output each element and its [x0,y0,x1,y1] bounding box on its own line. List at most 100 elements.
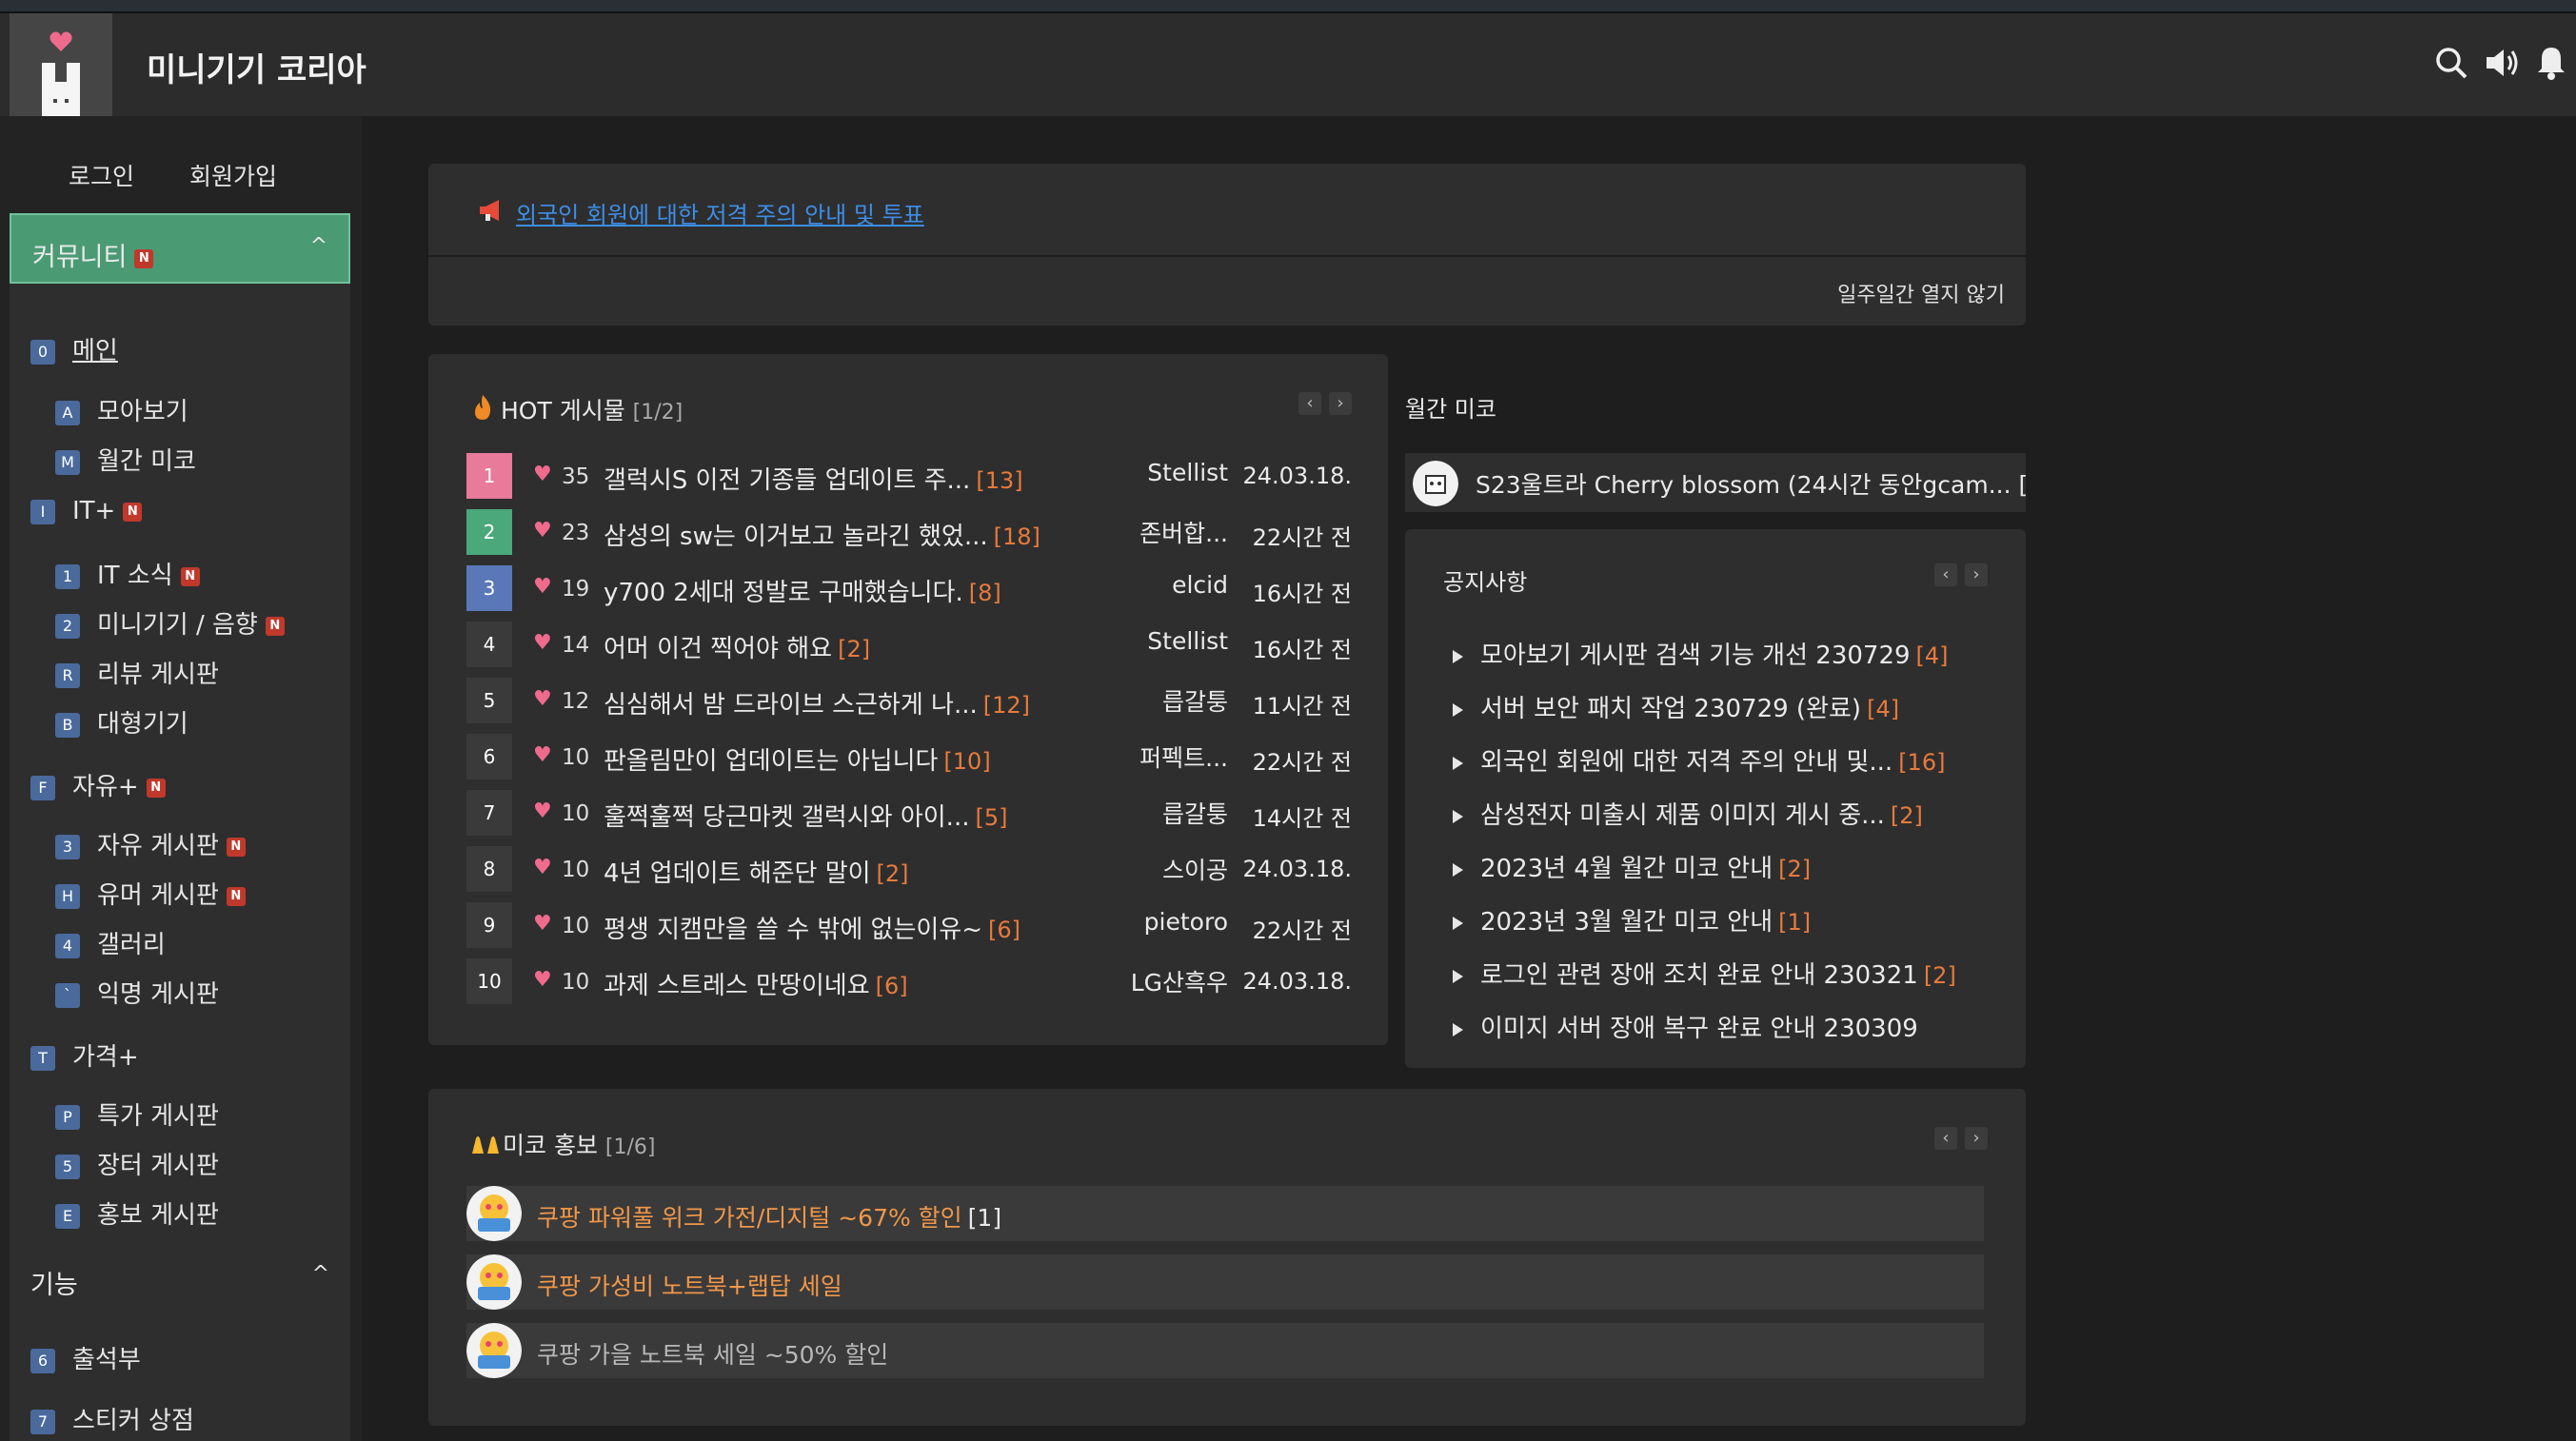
sidebar-item-collection[interactable]: A 모아보기 [55,392,188,427]
post-author[interactable]: 릅갈퉁 [1162,683,1228,718]
sidebar-item-promo-board[interactable]: E 홍보 게시판 [55,1195,219,1231]
post-author[interactable]: Stellist [1147,627,1228,655]
sidebar-item-review[interactable]: R 리뷰 게시판 [55,655,219,690]
hot-post-row[interactable]: 2 ♥ 23 삼성의 sw는 이거보고 놀라긴 했었... [18] 존버합... 22시간… [466,509,1352,555]
triangle-right-icon [1453,702,1463,717]
promo-item[interactable]: 쿠팡 가성비 노트북+랩탑 세일 [466,1254,1984,1310]
heart-icon: ♥ [533,575,552,599]
hot-post-row[interactable]: 7 ♥ 10 훌쩍훌쩍 당근마켓 갤럭시와 아이... [5] 릅갈퉁 14시간 전 [466,790,1352,836]
post-title[interactable]: 심심해서 밤 드라이브 스근하게 나... [12] [604,685,1030,720]
sidebar-item-minidevice-audio[interactable]: 2 미니기기 / 음향 N [55,605,285,641]
post-author[interactable]: 존버합... [1139,515,1228,549]
hot-post-row[interactable]: 5 ♥ 12 심심해서 밤 드라이브 스근하게 나... [12] 릅갈퉁 11시간 전 [466,678,1352,723]
sidebar-item-free-plus[interactable]: F 자유+ N [30,767,166,802]
notice-title: 모아보기 게시판 검색 기능 개선 230729 [1480,642,1911,670]
sidebar-item-main[interactable]: 0 메인 [30,331,118,366]
site-logo[interactable] [10,13,112,116]
features-section-header[interactable]: 기능 ^ [10,1243,350,1313]
rank-badge: 4 [466,622,512,667]
sidebar-item-monthly[interactable]: M 월간 미코 [55,442,196,477]
post-title[interactable]: 어머 이건 찍어야 해요 [2] [604,629,870,664]
post-title[interactable]: y700 2세대 정발로 구매했습니다. [8] [604,573,1001,608]
post-author[interactable]: Stellist [1147,459,1228,486]
notice-title: 2023년 3월 월간 미코 안내 [1480,908,1773,937]
notice-item[interactable]: 모아보기 게시판 검색 기능 개선 230729 [4] [1453,636,1949,671]
post-author[interactable]: 퍼펙트... [1139,740,1228,774]
post-title[interactable]: 평생 지캠만을 쓸 수 밖에 없는이유~ [6] [604,910,1020,945]
next-page-button[interactable]: › [1329,392,1352,415]
post-author[interactable]: 스이공 [1162,852,1228,886]
post-author[interactable]: LG산흑우 [1131,964,1228,998]
notice-item[interactable]: 삼성전자 미출시 제품 이미지 게시 중... [2] [1453,796,1923,831]
prev-page-button[interactable]: ‹ [1934,563,1957,586]
notice-banner-link[interactable]: 외국인 회원에 대한 저격 주의 안내 및 투표 [516,196,924,229]
sidebar-item-it-plus[interactable]: I IT+ N [30,497,143,525]
shortcut-key: 1 [55,563,80,589]
notice-item[interactable]: 2023년 4월 월간 미코 안내 [2] [1453,849,1811,884]
sidebar-item-attendance[interactable]: 6 출석부 [30,1340,141,1375]
sidebar-item-sticker-shop[interactable]: 7 스티커 상점 [30,1401,194,1436]
sidebar-item-anonymous-board[interactable]: ` 익명 게시판 [55,975,219,1010]
sidebar-item-gallery[interactable]: 4 갤러리 [55,925,166,960]
sidebar-item-free-board[interactable]: 3 자유 게시판 N [55,826,246,861]
community-section-header[interactable]: 커뮤니티 N ^ [10,213,350,284]
notice-item[interactable]: 서버 보안 패치 작업 230729 (완료) [4] [1453,689,1899,724]
post-title[interactable]: 4년 업데이트 해준단 말이 [2] [604,854,909,889]
post-title[interactable]: 갤럭시S 이전 기종들 업데이트 주... [13] [604,461,1023,496]
sidebar-item-humor-board[interactable]: H 유머 게시판 N [55,876,246,911]
rank-badge: 10 [466,958,512,1004]
sidebar-item-market-board[interactable]: 5 장터 게시판 [55,1146,219,1181]
post-author[interactable]: pietoro [1144,908,1228,936]
sidebar-item-price-plus[interactable]: T 가격+ [30,1037,139,1073]
hot-post-row[interactable]: 9 ♥ 10 평생 지캠만을 쓸 수 밖에 없는이유~ [6] pietoro 22시간 전 [466,902,1352,948]
next-page-button[interactable]: › [1965,1127,1988,1150]
chevron-up-icon[interactable]: ^ [312,1262,329,1286]
sidebar: 로그인 회원가입 커뮤니티 N ^ 0 메인 A 모아보기 M 월간 미코 I IT+ N … [0,116,362,1441]
next-page-button[interactable]: › [1965,563,1988,586]
notice-item[interactable]: 이미지 서버 장애 복구 완료 안내 230309 [1453,1009,1924,1044]
site-title[interactable]: 미니기기 코리아 [147,44,367,90]
speaker-icon[interactable] [2483,44,2521,82]
notice-title: 2023년 4월 월간 미코 안내 [1480,855,1773,883]
post-date: 24.03.18. [1242,856,1352,882]
post-title[interactable]: 삼성의 sw는 이거보고 놀라긴 했었... [18] [604,517,1040,552]
like-count: 10 [562,745,590,770]
hide-for-week-link[interactable]: 일주일간 열지 않기 [1837,278,2005,308]
hot-post-row[interactable]: 10 ♥ 10 과제 스트레스 만땅이네요 [6] LG산흑우 24.03.18. [466,958,1352,1004]
hot-post-row[interactable]: 4 ♥ 14 어머 이건 찍어야 해요 [2] Stellist 16시간 전 [466,622,1352,667]
hot-pager: ‹ › [1291,392,1352,415]
post-author[interactable]: elcid [1172,571,1228,599]
hot-post-row[interactable]: 8 ♥ 10 4년 업데이트 해준단 말이 [2] 스이공 24.03.18. [466,846,1352,892]
features-label: 기능 [30,1271,78,1300]
post-author[interactable]: 릅갈퉁 [1162,796,1228,830]
new-badge: N [226,886,246,906]
signup-link[interactable]: 회원가입 [189,163,277,190]
bell-icon[interactable] [2532,44,2570,82]
notice-item[interactable]: 외국인 회원에 대한 저격 주의 안내 및... [16] [1453,742,1945,778]
post-date: 14시간 전 [1252,805,1352,832]
hot-post-row[interactable]: 1 ♥ 35 갤럭시S 이전 기종들 업데이트 주... [13] Stellist 24.… [466,453,1352,499]
hands-icon [472,1136,499,1154]
search-icon[interactable] [2432,44,2470,82]
hot-post-row[interactable]: 3 ♥ 19 y700 2세대 정발로 구매했습니다. [8] elcid 16시간 전 [466,565,1352,611]
notice-item[interactable]: 로그인 관련 장애 조치 완료 안내 230321 [2] [1453,956,1956,991]
features-section-body: 6 출석부 7 스티커 상점 [10,1317,350,1441]
sidebar-item-deals-board[interactable]: P 특가 게시판 [55,1096,219,1132]
login-link[interactable]: 로그인 [69,163,134,190]
comment-count: [2] [1890,802,1923,829]
post-title[interactable]: 훌쩍훌쩍 당근마켓 갤럭시와 아이... [5] [604,798,1007,833]
post-title[interactable]: 판올림만이 업데이트는 아닙니다 [10] [604,741,991,777]
chevron-up-icon[interactable]: ^ [310,234,327,258]
prev-page-button[interactable]: ‹ [1298,392,1321,415]
monthly-item[interactable]: S23울트라 Cherry blossom (24시간 동안gcam... [ [1405,453,2026,512]
sidebar-item-large-devices[interactable]: B 대형기기 [55,704,188,740]
prev-page-button[interactable]: ‹ [1934,1127,1957,1150]
hot-posts-page: [1/2] [632,401,684,424]
hot-post-row[interactable]: 6 ♥ 10 판올림만이 업데이트는 아닙니다 [10] 퍼펙트... 22시간 전 [466,734,1352,780]
notice-item[interactable]: 2023년 3월 월간 미코 안내 [1] [1453,902,1811,938]
heart-icon: ♥ [533,799,552,823]
promo-item[interactable]: 쿠팡 가을 노트북 세일 ~50% 할인 [466,1323,1984,1378]
sidebar-item-it-news[interactable]: 1 IT 소식 N [55,556,200,591]
post-title[interactable]: 과제 스트레스 만땅이네요 [6] [604,966,908,1001]
promo-item[interactable]: 쿠팡 파워풀 위크 가전/디지털 ~67% 할인 [1] [466,1186,1984,1241]
